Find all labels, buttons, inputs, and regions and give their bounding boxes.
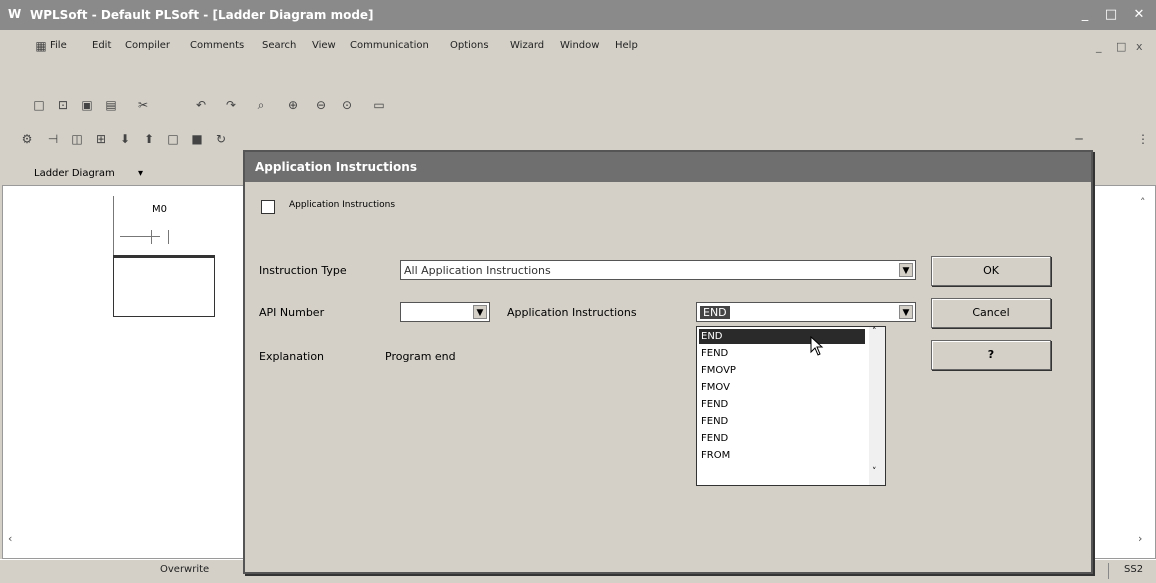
zoom-out-icon[interactable]: ⊖ xyxy=(314,98,328,112)
save-icon[interactable]: ▣ xyxy=(80,98,94,112)
scroll-up-icon[interactable]: ˄ xyxy=(1140,196,1146,209)
chevron-down-icon: ▼ xyxy=(899,263,913,277)
menu-communication[interactable]: Communication xyxy=(350,40,429,51)
checkbox-label: Application Instructions xyxy=(289,200,396,210)
box-icon[interactable]: □ xyxy=(166,132,180,146)
status-mode: Overwrite xyxy=(160,564,210,575)
mdi-close-button[interactable]: x xyxy=(1136,40,1143,53)
contact-left-bar xyxy=(151,230,152,244)
rung-line xyxy=(120,236,160,237)
menu-view[interactable]: View xyxy=(312,40,336,51)
scroll-left-icon[interactable]: ‹ xyxy=(8,532,12,545)
cut-icon[interactable]: ✂ xyxy=(136,98,150,112)
mode-label: Ladder Diagram xyxy=(34,168,115,179)
dropdown-item[interactable]: FEND xyxy=(699,414,865,429)
download-icon[interactable]: ⬇ xyxy=(118,132,132,146)
status-divider xyxy=(1108,563,1109,579)
explanation-label: Explanation xyxy=(259,350,325,363)
monitor-icon[interactable]: ▭ xyxy=(372,98,386,112)
menu-file[interactable]: File xyxy=(50,40,67,51)
open-file-icon[interactable]: ⊡ xyxy=(56,98,70,112)
menu-compiler[interactable]: Compiler xyxy=(125,40,170,51)
mdi-restore-button[interactable]: □ xyxy=(1116,40,1126,53)
zoom-fit-icon[interactable]: ⊙ xyxy=(340,98,354,112)
window-title: WPLSoft - Default PLSoft - [Ladder Diagr… xyxy=(30,8,374,22)
menu-comments[interactable]: Comments xyxy=(190,40,244,51)
menu-search[interactable]: Search xyxy=(262,40,296,51)
cancel-button[interactable]: Cancel xyxy=(931,298,1051,328)
chevron-down-icon: ▼ xyxy=(473,305,487,319)
maximize-button[interactable]: □ xyxy=(1102,6,1120,24)
menu-options[interactable]: Options xyxy=(450,40,489,51)
menu-window[interactable]: Window xyxy=(560,40,599,51)
application-instructions-select[interactable]: END ▼ xyxy=(696,302,916,322)
scroll-up-icon[interactable]: ˄ xyxy=(872,327,877,337)
application-instructions-dialog: Application Instructions Application Ins… xyxy=(243,150,1093,574)
coil-icon[interactable]: ◫ xyxy=(70,132,84,146)
dialog-title: Application Instructions xyxy=(255,160,417,174)
api-number-select[interactable]: ▼ xyxy=(400,302,490,322)
dropdown-item[interactable]: FROM xyxy=(699,448,865,463)
dropdown-item[interactable]: FMOVP xyxy=(699,363,865,378)
dialog-title-bar[interactable]: Application Instructions xyxy=(245,152,1091,182)
close-button[interactable]: ✕ xyxy=(1130,6,1148,24)
dropdown-item[interactable]: FEND xyxy=(699,431,865,446)
line-icon[interactable]: ─ xyxy=(1072,132,1086,146)
find-icon[interactable]: ⌕ xyxy=(254,98,268,112)
menu-wizard[interactable]: Wizard xyxy=(510,40,544,51)
chevron-down-icon: ▾ xyxy=(137,168,143,179)
minimize-button[interactable]: _ xyxy=(1076,6,1094,24)
instructions-dropdown-list: END FEND FMOVP FMOV FEND FEND FEND FROM … xyxy=(696,326,886,486)
chevron-down-icon: ▼ xyxy=(899,305,913,319)
explanation-value: Program end xyxy=(385,350,456,363)
toolbar-more-icon[interactable]: ⋮ xyxy=(1136,132,1150,146)
undo-icon[interactable]: ↶ xyxy=(194,98,208,112)
instruction-type-select[interactable]: All Application Instructions ▼ xyxy=(400,260,916,280)
status-right: SS2 xyxy=(1124,564,1144,575)
contact-label: M0 xyxy=(152,204,167,215)
app-instructions-label: Application Instructions xyxy=(507,306,637,319)
menu-bar: ▦ File Edit Compiler Comments Search Vie… xyxy=(0,30,1156,62)
dropdown-item[interactable]: FEND xyxy=(699,346,865,361)
contact-right-bar xyxy=(168,230,169,244)
scroll-down-icon[interactable]: ˅ xyxy=(872,467,877,477)
dropdown-item-selected[interactable]: END xyxy=(699,329,865,344)
print-icon[interactable]: ▤ xyxy=(104,98,118,112)
new-file-icon[interactable]: □ xyxy=(32,98,46,112)
settings-icon[interactable]: ⚙ xyxy=(20,132,34,146)
title-bar: W WPLSoft - Default PLSoft - [Ladder Dia… xyxy=(0,0,1156,30)
dropdown-scrollbar[interactable]: ˄ ˅ xyxy=(869,327,885,485)
mdi-minimize-button[interactable]: _ xyxy=(1096,40,1102,53)
contact-icon[interactable]: ⊣ xyxy=(46,132,60,146)
compile-icon[interactable]: ⊞ xyxy=(94,132,108,146)
app-icon: W xyxy=(8,7,22,21)
dropdown-item[interactable]: FEND xyxy=(699,397,865,412)
redo-icon[interactable]: ↷ xyxy=(224,98,238,112)
zoom-in-icon[interactable]: ⊕ xyxy=(286,98,300,112)
mode-select[interactable]: Ladder Diagram ▾ xyxy=(34,168,143,179)
refresh-icon[interactable]: ↻ xyxy=(214,132,228,146)
menu-help[interactable]: Help xyxy=(615,40,638,51)
application-instructions-checkbox[interactable] xyxy=(261,200,275,214)
menu-edit[interactable]: Edit xyxy=(92,40,111,51)
cursor-block[interactable] xyxy=(113,255,215,317)
upload-icon[interactable]: ⬆ xyxy=(142,132,156,146)
document-icon: ▦ xyxy=(35,39,47,53)
instruction-type-value: All Application Instructions xyxy=(404,264,551,277)
scroll-right-icon[interactable]: › xyxy=(1138,532,1142,545)
mouse-cursor-icon xyxy=(810,336,824,356)
ok-button[interactable]: OK xyxy=(931,256,1051,286)
instruction-type-label: Instruction Type xyxy=(259,264,347,277)
api-number-label: API Number xyxy=(259,306,325,319)
block-icon[interactable]: ■ xyxy=(190,132,204,146)
standard-toolbar: □ ⊡ ▣ ▤ ✂ ↶ ↷ ⌕ ⊕ ⊖ ⊙ ▭ xyxy=(0,92,1156,122)
app-instructions-value: END xyxy=(700,306,730,319)
dropdown-item[interactable]: FMOV xyxy=(699,380,865,395)
help-button[interactable]: ? xyxy=(931,340,1051,370)
